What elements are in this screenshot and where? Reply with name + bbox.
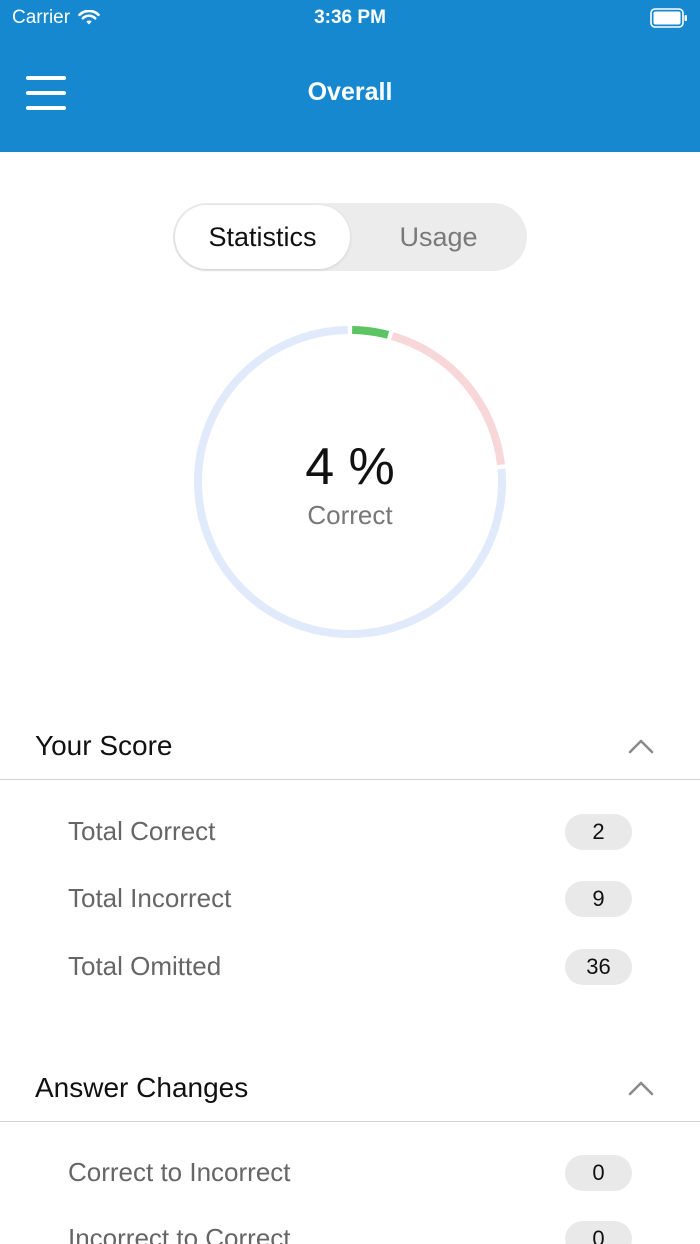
count-badge: 2 bbox=[565, 814, 632, 850]
count-badge: 0 bbox=[565, 1155, 632, 1191]
ring-center: 4 % Correct bbox=[190, 438, 510, 531]
battery-icon bbox=[650, 8, 687, 28]
count-badge: 9 bbox=[565, 881, 632, 917]
segmented-control: Statistics Usage bbox=[173, 203, 527, 271]
row-label: Total Omitted bbox=[68, 951, 222, 981]
page-title: Overall bbox=[307, 78, 393, 106]
count-badge: 36 bbox=[565, 949, 632, 985]
answer-changes-title: Answer Changes bbox=[35, 1072, 249, 1103]
row-label: Total Correct bbox=[68, 816, 216, 846]
ring-segment-correct bbox=[351, 326, 390, 339]
row-label: Correct to Incorrect bbox=[68, 1157, 291, 1187]
chevron-up-icon[interactable] bbox=[628, 1078, 654, 1098]
your-score-title: Your Score bbox=[35, 730, 173, 761]
top-bar: Carrier 3:36 PM Overall bbox=[0, 0, 700, 152]
percent-correct-value: 4 % bbox=[305, 438, 395, 496]
score-row-total-correct: Total Correct 2 bbox=[0, 807, 700, 857]
status-bar: Carrier 3:36 PM bbox=[0, 0, 700, 38]
percent-correct-label: Correct bbox=[307, 500, 393, 530]
row-label: Incorrect to Correct bbox=[68, 1223, 291, 1244]
status-time: 3:36 PM bbox=[314, 7, 386, 28]
score-row-total-omitted: Total Omitted 36 bbox=[0, 942, 700, 992]
your-score-header[interactable]: Your Score bbox=[0, 716, 700, 780]
change-row-incorrect-to-correct: Incorrect to Correct 0 bbox=[0, 1214, 700, 1244]
row-label: Total Incorrect bbox=[68, 883, 232, 913]
score-row-total-incorrect: Total Incorrect 9 bbox=[0, 874, 700, 924]
tab-usage[interactable]: Usage bbox=[351, 205, 526, 269]
chevron-up-icon[interactable] bbox=[628, 736, 654, 756]
answer-changes-header[interactable]: Answer Changes bbox=[0, 1058, 700, 1122]
count-badge: 0 bbox=[565, 1221, 632, 1244]
tab-statistics[interactable]: Statistics bbox=[175, 205, 350, 269]
change-row-correct-to-incorrect: Correct to Incorrect 0 bbox=[0, 1148, 700, 1198]
